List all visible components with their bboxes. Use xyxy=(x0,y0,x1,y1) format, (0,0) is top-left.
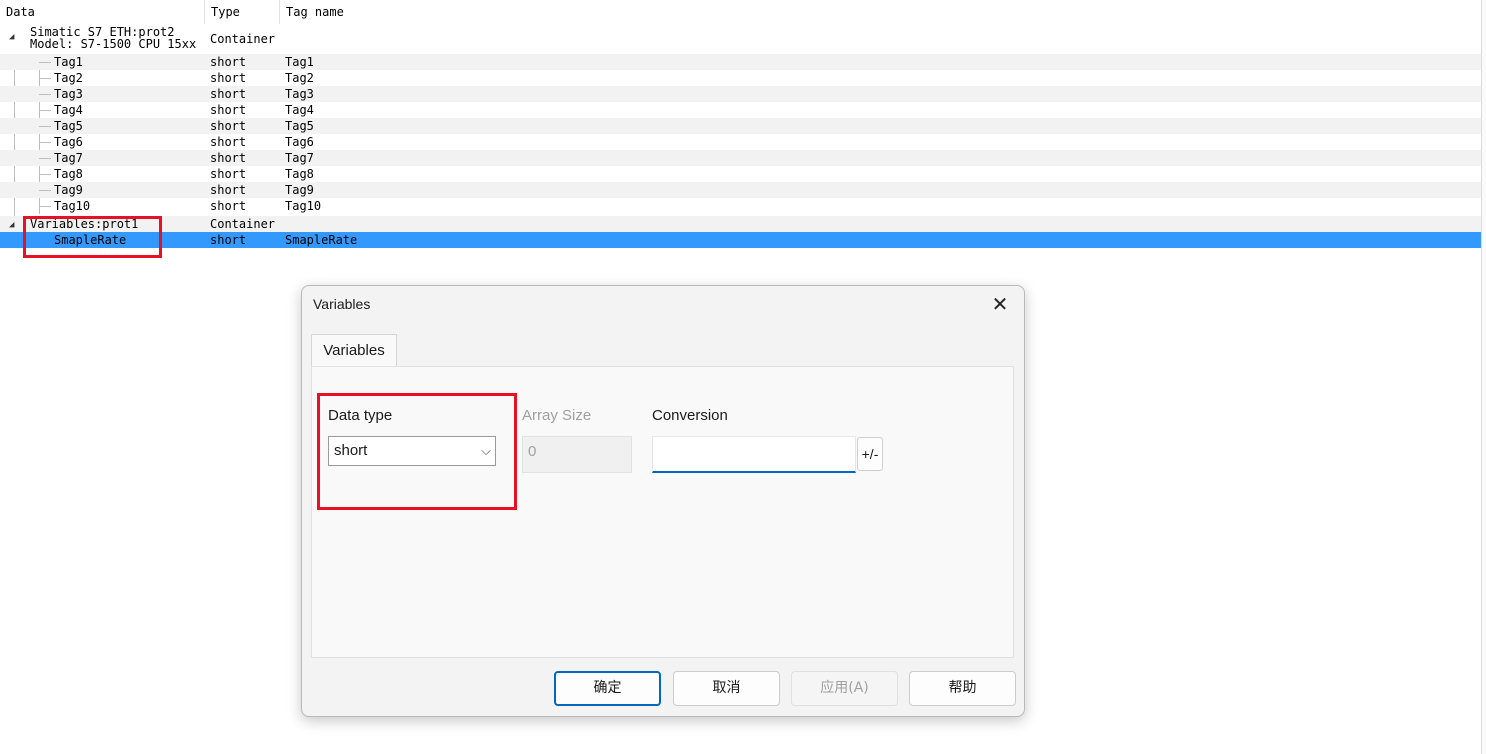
column-header-tag-name[interactable]: Tag name xyxy=(280,0,1482,24)
table-row[interactable]: Tag5 short Tag5 xyxy=(0,118,1482,134)
row-name: Tag8 xyxy=(54,167,83,181)
tree-node-simatic[interactable]: ◢ Simatic S7 ETH:prot2 Model: S7-1500 CP… xyxy=(0,24,1482,54)
data-type-select[interactable]: short ⌵ xyxy=(328,436,496,466)
row-tag-name: Tag8 xyxy=(285,167,314,181)
row-name: Tag3 xyxy=(54,87,83,101)
row-tag-name: Tag4 xyxy=(285,103,314,117)
table-row[interactable]: Tag6 short Tag6 xyxy=(0,134,1482,150)
chevron-down-icon: ⌵ xyxy=(481,443,491,458)
variables-dialog: Variables ✕ Variables Data type short ⌵ … xyxy=(301,285,1025,717)
row-type: short xyxy=(210,55,247,69)
column-header-type-label: Type xyxy=(211,5,240,19)
row-tag-name: Tag5 xyxy=(285,119,314,133)
sort-ascending-icon: ^ xyxy=(98,0,104,5)
row-name: Tag7 xyxy=(54,151,83,165)
close-icon[interactable]: ✕ xyxy=(986,292,1014,320)
row-tag-name: Tag9 xyxy=(285,183,314,197)
table-row[interactable]: Tag3 short Tag3 xyxy=(0,86,1482,102)
vertical-scrollbar[interactable] xyxy=(1481,0,1486,754)
apply-button-label: 应用(A) xyxy=(820,680,869,696)
node-type: Container xyxy=(210,217,276,231)
tree-node-variables-label: Variables:prot1 xyxy=(30,217,139,231)
table-row[interactable]: Tag2 short Tag2 xyxy=(0,70,1482,86)
tree-line xyxy=(39,158,51,159)
tab-variables[interactable]: Variables xyxy=(311,334,397,367)
conversion-sign-button[interactable]: +/- xyxy=(857,437,883,471)
tree-line xyxy=(39,110,51,111)
tab-variables-label: Variables xyxy=(323,342,385,359)
conversion-label: Conversion xyxy=(652,407,728,424)
column-header-type[interactable]: Type xyxy=(205,0,280,24)
collapse-arrow-icon[interactable]: ◢ xyxy=(9,32,14,42)
table-row[interactable]: Tag8 short Tag8 xyxy=(0,166,1482,182)
table-row[interactable]: Tag4 short Tag4 xyxy=(0,102,1482,118)
row-type: short xyxy=(210,183,247,197)
ok-button[interactable]: 确定 xyxy=(554,671,661,706)
row-type: short xyxy=(210,135,247,149)
column-header-data-label: Data xyxy=(6,5,35,19)
row-type: short xyxy=(210,119,247,133)
row-type: short xyxy=(210,71,247,85)
node-type: Container xyxy=(210,32,276,46)
tree-line xyxy=(39,126,51,127)
row-type: short xyxy=(210,233,247,247)
table-row-selected[interactable]: SmapleRate short SmapleRate xyxy=(0,232,1482,248)
row-tag-name: Tag1 xyxy=(285,55,314,69)
table-row[interactable]: Tag9 short Tag9 xyxy=(0,182,1482,198)
tree-line xyxy=(39,62,51,63)
column-header-tag-name-label: Tag name xyxy=(286,5,344,19)
apply-button: 应用(A) xyxy=(791,671,898,706)
table-row[interactable]: Tag1 short Tag1 xyxy=(0,54,1482,70)
tree-line xyxy=(39,206,51,207)
tree-line xyxy=(39,190,51,191)
tree-line xyxy=(39,78,51,79)
cancel-button-label: 取消 xyxy=(712,680,741,696)
row-type: short xyxy=(210,87,247,101)
cancel-button[interactable]: 取消 xyxy=(673,671,780,706)
row-name: Tag6 xyxy=(54,135,83,149)
row-name: Tag1 xyxy=(54,55,83,69)
data-type-value: short xyxy=(334,442,368,459)
tree-node-simatic-label: Simatic S7 ETH:prot2 Model: S7-1500 CPU … xyxy=(30,25,197,51)
row-name: Tag2 xyxy=(54,71,83,85)
conversion-sign-label: +/- xyxy=(861,446,879,462)
array-size-input: 0 xyxy=(522,436,632,473)
conversion-input[interactable] xyxy=(652,436,856,473)
row-tag-name: Tag3 xyxy=(285,87,314,101)
table-row[interactable]: Tag10 short Tag10 xyxy=(0,198,1482,214)
help-button-label: 帮助 xyxy=(948,680,977,696)
row-tag-name: Tag7 xyxy=(285,151,314,165)
ok-button-label: 确定 xyxy=(593,680,622,696)
row-type: short xyxy=(210,151,247,165)
tree-line xyxy=(39,174,51,175)
row-name: Tag4 xyxy=(54,103,83,117)
array-size-label: Array Size xyxy=(522,407,592,424)
tree-line xyxy=(39,94,51,95)
row-name: Tag9 xyxy=(54,183,83,197)
tree-node-variables[interactable]: ◢ Variables:prot1 Container xyxy=(0,216,1482,232)
row-name: SmapleRate xyxy=(54,233,127,247)
tree-line xyxy=(39,142,51,143)
row-tag-name: Tag10 xyxy=(285,199,322,213)
row-tag-name: Tag6 xyxy=(285,135,314,149)
dialog-title: Variables xyxy=(313,296,371,312)
row-type: short xyxy=(210,167,247,181)
row-type: short xyxy=(210,199,247,213)
data-type-label: Data type xyxy=(328,407,393,424)
row-type: short xyxy=(210,103,247,117)
row-name: Tag5 xyxy=(54,119,83,133)
row-name: Tag10 xyxy=(54,199,91,213)
array-size-value: 0 xyxy=(528,443,537,460)
collapse-arrow-icon[interactable]: ◢ xyxy=(9,217,14,233)
row-tag-name: SmapleRate xyxy=(285,233,358,247)
help-button[interactable]: 帮助 xyxy=(909,671,1016,706)
row-tag-name: Tag2 xyxy=(285,71,314,85)
table-row[interactable]: Tag7 short Tag7 xyxy=(0,150,1482,166)
